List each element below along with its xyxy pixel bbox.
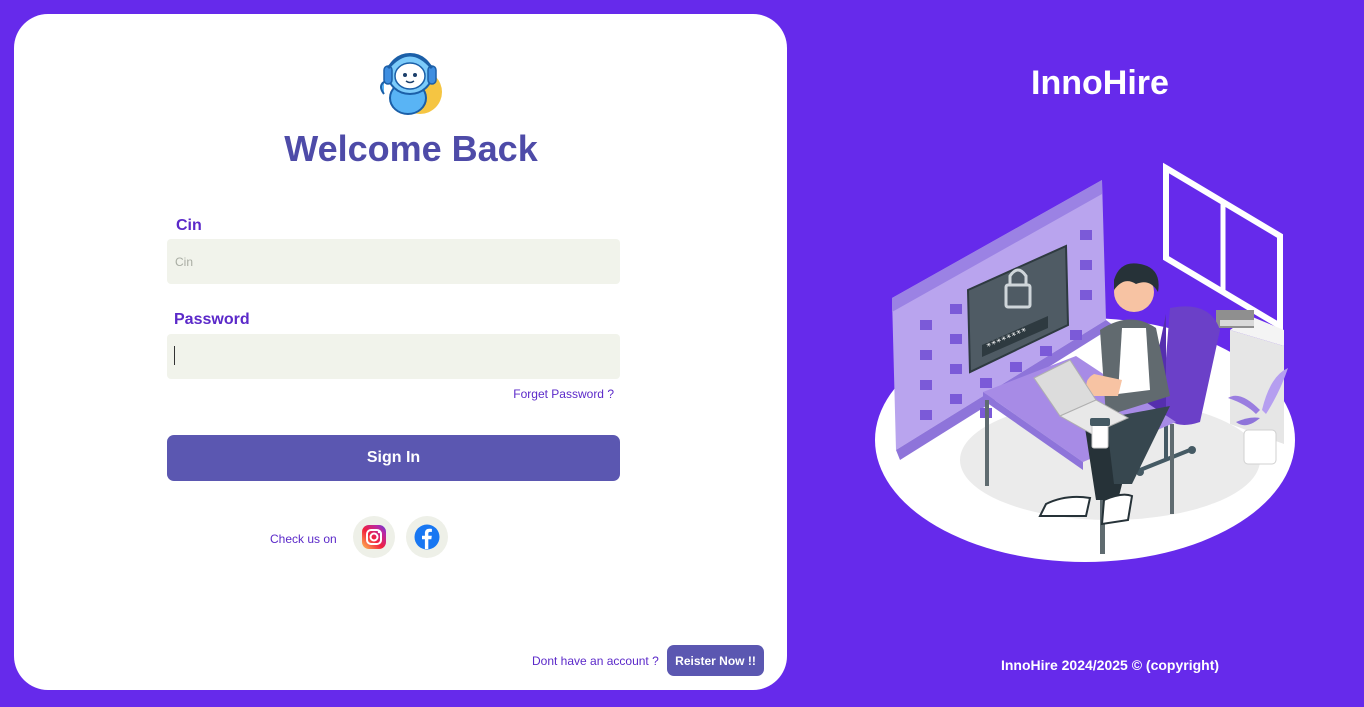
forget-password-link[interactable]: Forget Password ? bbox=[513, 387, 614, 401]
sign-in-button[interactable]: Sign In bbox=[167, 435, 620, 481]
cin-input[interactable] bbox=[167, 239, 620, 284]
facebook-icon bbox=[414, 524, 440, 550]
cin-label: Cin bbox=[176, 217, 202, 234]
page-title: Welcome Back bbox=[284, 128, 538, 169]
instagram-button[interactable] bbox=[353, 516, 395, 558]
password-input[interactable] bbox=[167, 334, 620, 379]
text-cursor bbox=[174, 346, 175, 365]
copyright-footer: InnoHire 2024/2025 © (copyright) bbox=[1000, 657, 1220, 673]
no-account-text: Dont have an account ? bbox=[532, 654, 659, 668]
login-card: Welcome Back Cin Password Forget Passwor… bbox=[14, 14, 787, 690]
facebook-button[interactable] bbox=[406, 516, 448, 558]
check-us-on-label: Check us on bbox=[270, 532, 337, 546]
login-security-illustration: ******** bbox=[870, 160, 1300, 565]
robot-mascot-logo bbox=[374, 46, 446, 118]
password-label: Password bbox=[174, 311, 250, 328]
instagram-icon bbox=[362, 525, 386, 549]
brand-title: InnoHire bbox=[1031, 64, 1169, 102]
register-button[interactable]: Reister Now !! bbox=[667, 645, 764, 676]
